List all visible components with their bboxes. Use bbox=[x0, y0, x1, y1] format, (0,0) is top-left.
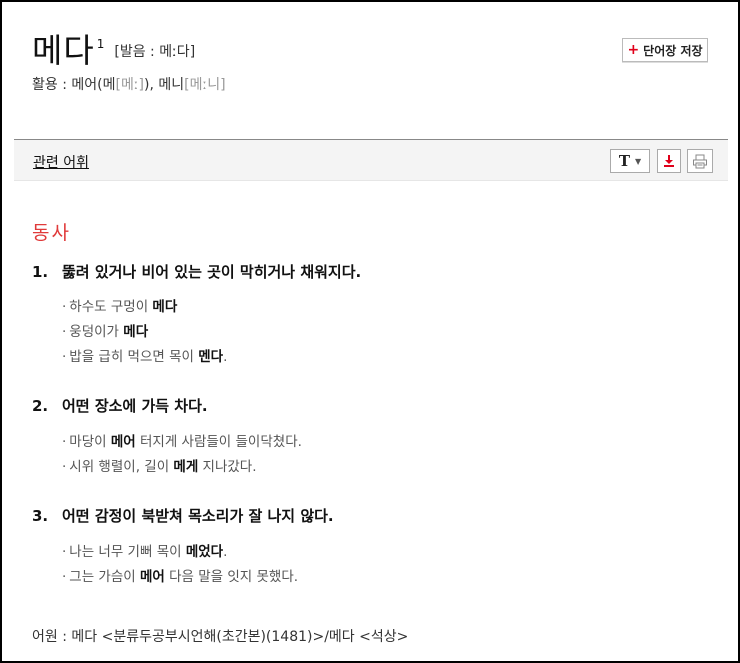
part-of-speech: 동사 bbox=[32, 222, 71, 244]
font-size-icon: T bbox=[618, 152, 630, 170]
font-size-button[interactable]: T ▼ bbox=[610, 149, 650, 173]
plus-icon: + bbox=[627, 42, 640, 58]
example-sentence: · 시위 행렬이, 길이 메게 지나갔다. bbox=[62, 459, 257, 475]
sense-text: 어떤 장소에 가득 차다. bbox=[62, 397, 208, 415]
homonym-number: 1 bbox=[96, 37, 105, 51]
sense-2-definition: 2. 어떤 장소에 가득 차다. bbox=[32, 395, 208, 416]
conjugation-line: 활용 : 메어(메[메ː]), 메니[메ː니] bbox=[32, 74, 226, 94]
save-to-wordbook-button[interactable]: + 단어장 저장 bbox=[622, 38, 708, 62]
related-words-bar: 관련 어휘 T ▼ bbox=[14, 139, 728, 181]
sense-number: 1. bbox=[32, 263, 49, 281]
conjugation-mid: ), 메니 bbox=[144, 77, 185, 93]
sense-3-definition: 3. 어떤 감정이 북받쳐 목소리가 잘 나지 않다. bbox=[32, 505, 334, 526]
related-words-link[interactable]: 관련 어휘 bbox=[33, 152, 89, 172]
example-sentence: · 나는 너무 기뻐 목이 메었다. bbox=[62, 544, 228, 560]
print-icon bbox=[693, 154, 707, 168]
conjugation-pron-1: [메ː] bbox=[115, 77, 145, 93]
sense-1-definition: 1. 뚫려 있거나 비어 있는 곳이 막히거나 채워지다. bbox=[32, 261, 361, 282]
sense-text: 어떤 감정이 북받쳐 목소리가 잘 나지 않다. bbox=[62, 507, 334, 525]
conjugation-pron-2: [메ː니] bbox=[184, 77, 226, 93]
example-sentence: · 마당이 메어 터지게 사람들이 들이닥쳤다. bbox=[62, 434, 302, 450]
sense-text: 뚫려 있거나 비어 있는 곳이 막히거나 채워지다. bbox=[62, 263, 362, 281]
example-sentence: · 하수도 구멍이 메다 bbox=[62, 299, 178, 315]
save-to-wordbook-label: 단어장 저장 bbox=[643, 43, 703, 58]
sense-number: 3. bbox=[32, 507, 49, 525]
download-button[interactable] bbox=[657, 149, 681, 173]
headword: 메다 bbox=[32, 31, 95, 70]
dictionary-entry-panel: 메다 1 [발음 : 메ː다] 활용 : 메어(메[메ː]), 메니[메ː니] + … bbox=[0, 0, 740, 663]
download-icon bbox=[664, 155, 674, 167]
conjugation-label: 활용 : 메어(메 bbox=[32, 77, 116, 93]
etymology: 어원 : 메다 <분류두공부시언해(초간본)(1481)>/메다 <석상> bbox=[32, 629, 409, 645]
pronunciation: [발음 : 메ː다] bbox=[114, 44, 196, 60]
headword-line: 메다 1 [발음 : 메ː다] bbox=[32, 24, 195, 72]
sense-number: 2. bbox=[32, 397, 49, 415]
example-sentence: · 그는 가슴이 메어 다음 말을 잇지 못했다. bbox=[62, 569, 299, 585]
example-sentence: · 밥을 급히 먹으면 목이 멘다. bbox=[62, 349, 228, 365]
chevron-down-icon: ▼ bbox=[635, 156, 642, 166]
print-button[interactable] bbox=[687, 149, 713, 173]
example-sentence: · 웅덩이가 메다 bbox=[62, 324, 149, 340]
